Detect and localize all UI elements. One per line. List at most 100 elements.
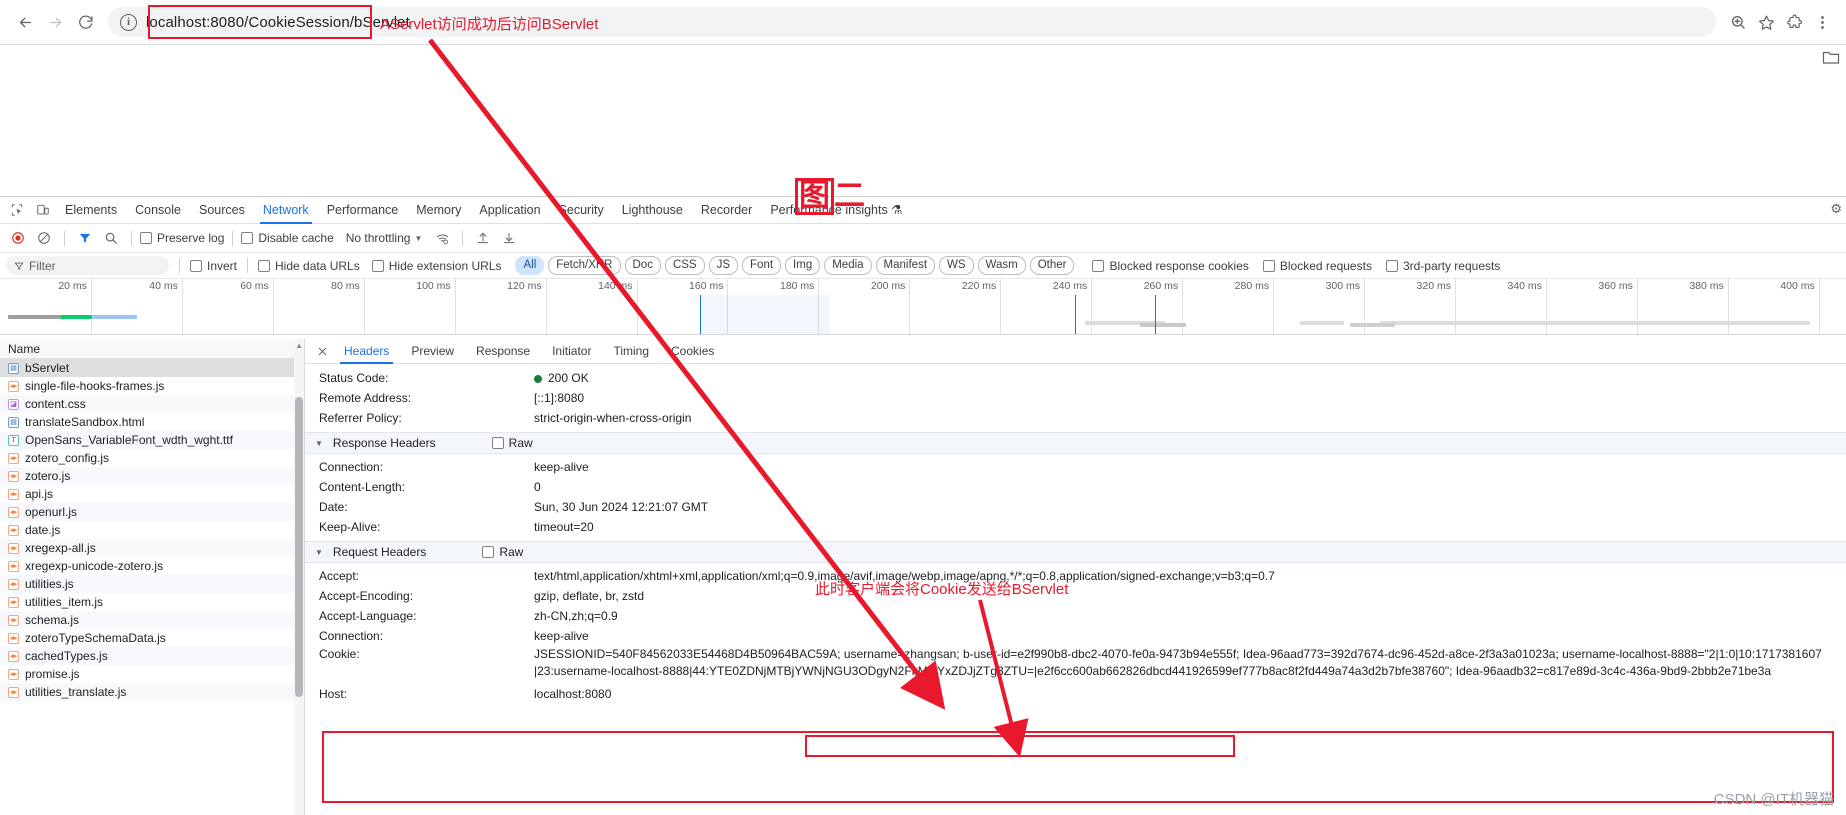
detail-tab-timing[interactable]: Timing [602,339,660,364]
request-row[interactable]: ◂▸ xregexp-all.js [0,539,304,557]
close-icon[interactable] [311,339,333,364]
type-filter-js[interactable]: JS [708,256,739,275]
back-button[interactable] [10,7,40,37]
hide-data-urls-checkbox[interactable]: Hide data URLs [258,259,360,273]
more-menu-icon[interactable] [1808,8,1836,36]
inspect-element-icon[interactable] [4,198,30,222]
request-row[interactable]: ◂▸ promise.js [0,665,304,683]
hide-data-urls-box[interactable] [258,259,271,272]
network-conditions-icon[interactable] [430,226,454,250]
timeline-tick-label: 120 ms [507,280,542,292]
address-bar[interactable]: i localhost:8080/CookieSession/bServlet [108,7,1716,37]
request-row[interactable]: ▤ translateSandbox.html [0,413,304,431]
type-filter-all[interactable]: All [515,256,545,275]
type-filter-font[interactable]: Font [742,256,782,275]
site-info-icon[interactable]: i [120,13,137,31]
detail-tab-initiator[interactable]: Initiator [541,339,602,364]
disable-cache-checkbox[interactable]: Disable cache [241,231,334,245]
request-row[interactable]: ▤ bServlet [0,359,304,377]
tab-memory[interactable]: Memory [407,197,470,224]
blocked-requests-box[interactable] [1262,259,1275,272]
tab-sources[interactable]: Sources [190,197,254,224]
type-filter-fetch-xhr[interactable]: Fetch/XHR [548,256,621,275]
response-raw-box[interactable] [491,437,504,449]
type-filter-media[interactable]: Media [824,256,872,275]
tab-lighthouse[interactable]: Lighthouse [613,197,692,224]
zoom-icon[interactable] [1724,8,1752,36]
request-row[interactable]: ◂▸ zoteroTypeSchemaData.js [0,629,304,647]
tab-security[interactable]: Security [550,197,613,224]
preserve-log-checkbox[interactable]: Preserve log [140,231,224,245]
request-raw-checkbox[interactable]: Raw [482,545,523,559]
devtools-settings-icon[interactable]: ⚙ [1830,201,1842,217]
request-row[interactable]: ◂▸ xregexp-unicode-zotero.js [0,557,304,575]
type-filter-wasm[interactable]: Wasm [977,256,1026,275]
type-filter-ws[interactable]: WS [939,256,974,275]
filter-divider-2 [247,258,249,273]
request-row[interactable]: ◂▸ utilities_translate.js [0,683,304,701]
request-row[interactable]: ◂▸ zotero_config.js [0,449,304,467]
disable-cache-box[interactable] [241,232,254,244]
request-row[interactable]: ◂▸ date.js [0,521,304,539]
response-raw-checkbox[interactable]: Raw [491,436,533,450]
detail-tab-preview[interactable]: Preview [400,339,465,364]
record-icon[interactable] [6,226,30,250]
request-headers-section-header[interactable]: ▼ Request Headers Raw [305,541,1846,563]
third-party-requests-box[interactable] [1385,259,1398,272]
blocked-response-cookies-box[interactable] [1092,259,1105,272]
third-party-requests-checkbox[interactable]: 3rd-party requests [1385,258,1501,273]
blocked-requests-checkbox[interactable]: Blocked requests [1262,259,1372,273]
tab-performance[interactable]: Performance [318,197,408,224]
type-filter-other[interactable]: Other [1029,256,1075,275]
network-timeline-overview[interactable]: 20 ms 40 ms 60 ms 80 ms 100 ms 120 ms 140 ms 16… [0,279,1846,335]
scroll-up-icon[interactable]: ▲ [295,341,303,350]
tab-application[interactable]: Application [470,197,549,224]
timeline-selection[interactable] [700,295,830,334]
request-list-scrollbar[interactable]: ▲ [294,339,304,815]
clear-icon[interactable] [32,226,56,250]
import-har-icon[interactable] [471,226,495,250]
timeline-request-bar [92,315,137,319]
detail-tab-response[interactable]: Response [465,339,541,364]
hide-extension-urls-box[interactable] [371,259,384,272]
search-icon[interactable] [99,226,123,250]
filter-icon[interactable] [73,226,97,250]
request-row[interactable]: ◂▸ single-file-hooks-frames.js [0,377,304,395]
tab-recorder[interactable]: Recorder [692,197,761,224]
type-filter-doc[interactable]: Doc [624,256,661,275]
tab-elements[interactable]: Elements [56,197,126,224]
type-filter-img[interactable]: Img [785,256,821,275]
star-icon[interactable] [1752,8,1780,36]
third-party-requests-label: 3rd-party requests [1402,258,1501,273]
request-row[interactable]: T OpenSans_VariableFont_wdth_wght.ttf [0,431,304,449]
request-raw-box[interactable] [482,546,495,558]
request-row[interactable]: ◂▸ schema.js [0,611,304,629]
throttling-select[interactable]: No throttling ▼ [346,231,423,245]
type-filter-manifest[interactable]: Manifest [875,256,936,275]
type-filter-css[interactable]: CSS [664,256,705,275]
request-row[interactable]: ◂▸ zotero.js [0,467,304,485]
reload-button[interactable] [70,7,100,37]
filter-input[interactable]: Filter [6,256,169,275]
request-row[interactable]: ◂▸ api.js [0,485,304,503]
response-headers-section-header[interactable]: ▼ Response Headers Raw [305,432,1846,454]
blocked-response-cookies-checkbox[interactable]: Blocked response cookies [1092,259,1249,273]
invert-checkbox[interactable]: Invert [190,259,237,273]
forward-button[interactable] [40,7,70,37]
scrollbar-thumb[interactable] [295,397,303,697]
request-row[interactable]: ◂▸ openurl.js [0,503,304,521]
detail-tab-headers[interactable]: Headers [333,339,400,364]
export-har-icon[interactable] [497,226,521,250]
tab-network[interactable]: Network [254,197,318,224]
preserve-log-box[interactable] [140,232,152,244]
puzzle-icon[interactable] [1780,8,1808,36]
request-row[interactable]: ◂▸ utilities_item.js [0,593,304,611]
request-row[interactable]: ◂▸ utilities.js [0,575,304,593]
request-row[interactable]: ◪ content.css [0,395,304,413]
invert-box[interactable] [190,259,202,272]
hide-extension-urls-checkbox[interactable]: Hide extension URLs [371,259,501,273]
detail-tab-cookies[interactable]: Cookies [660,339,725,364]
tab-console[interactable]: Console [126,197,190,224]
device-toolbar-icon[interactable] [30,198,56,222]
request-row[interactable]: ◂▸ cachedTypes.js [0,647,304,665]
